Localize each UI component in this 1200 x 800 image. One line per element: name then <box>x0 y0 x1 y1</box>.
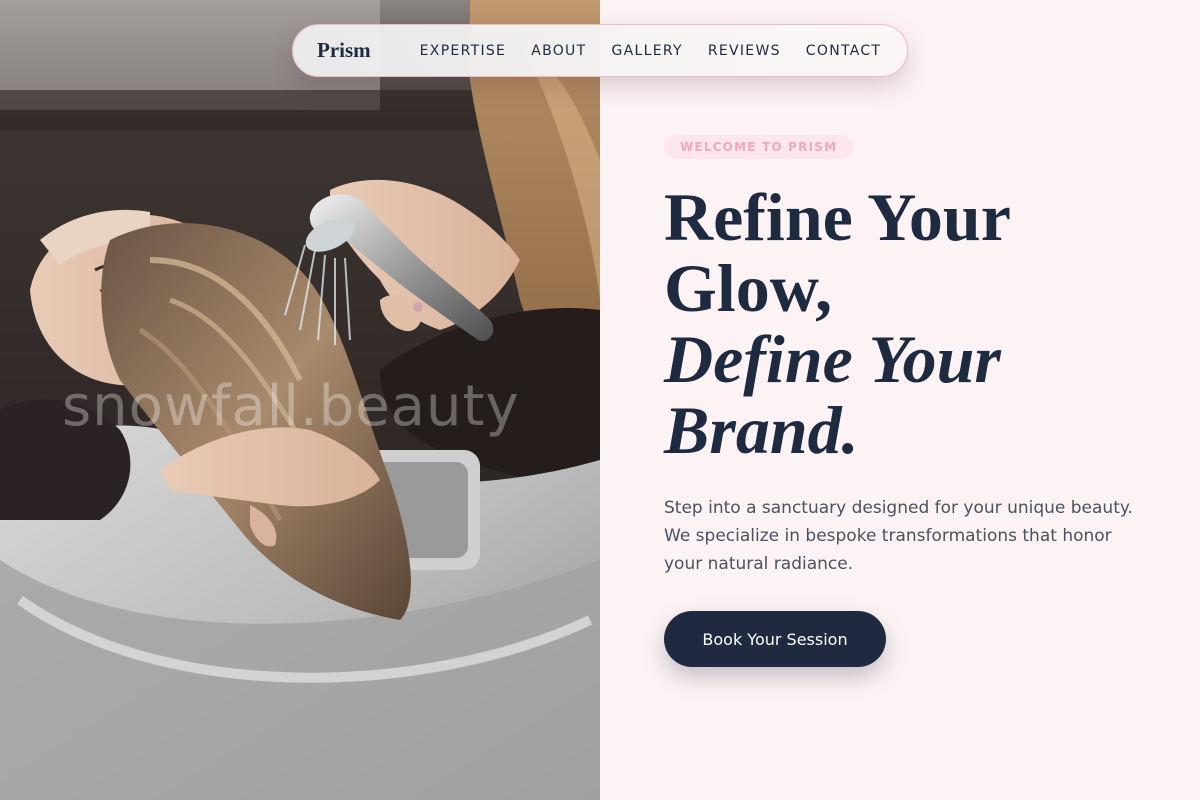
headline-italic-1: Define Your <box>664 321 1001 397</box>
nav-link-expertise[interactable]: EXPERTISE <box>420 43 507 59</box>
nav-links: EXPERTISE ABOUT GALLERY REVIEWS CONTACT <box>420 43 882 59</box>
headline-line-2: Glow, <box>664 250 833 326</box>
book-session-button[interactable]: Book Your Session <box>664 611 886 667</box>
headline-line-1: Refine Your <box>664 179 1011 255</box>
nav-link-contact[interactable]: CONTACT <box>806 43 882 59</box>
hero-photo: snowfall.beauty <box>0 0 600 800</box>
nav-link-reviews[interactable]: REVIEWS <box>708 43 781 59</box>
headline-italic-2: Brand. <box>664 392 859 468</box>
top-navigation: Prism EXPERTISE ABOUT GALLERY REVIEWS CO… <box>292 24 908 77</box>
watermark-text: snowfall.beauty <box>62 374 520 439</box>
brand-logo[interactable]: Prism <box>317 38 371 63</box>
hero-content: WELCOME TO PRISM Refine Your Glow, Defin… <box>600 0 1200 800</box>
welcome-badge: WELCOME TO PRISM <box>664 135 854 159</box>
hero-description: Step into a sanctuary designed for your … <box>664 498 1133 574</box>
nav-link-about[interactable]: ABOUT <box>531 43 586 59</box>
nav-link-gallery[interactable]: GALLERY <box>611 43 682 59</box>
hero-headline: Refine Your Glow, Define Your Brand. <box>664 182 1184 466</box>
